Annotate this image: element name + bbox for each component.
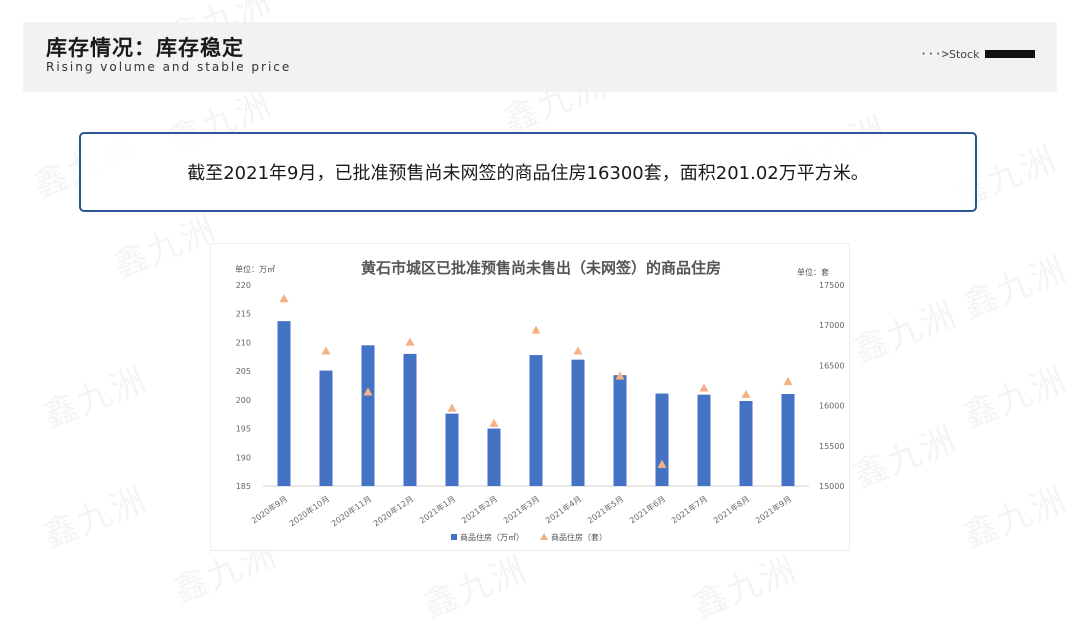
right-axis-unit: 单位：套 <box>797 267 829 277</box>
left-tick-label: 200 <box>236 396 251 405</box>
watermark: 鑫九洲 <box>845 287 963 373</box>
bar <box>319 370 333 486</box>
triangle-marker <box>699 383 709 392</box>
bar-series <box>277 321 795 486</box>
legend-bar-swatch <box>451 534 457 540</box>
bar <box>403 353 417 486</box>
triangle-marker <box>279 294 289 303</box>
section-label: Stock <box>949 48 980 61</box>
dotted-arrow-icon: ···> <box>920 47 949 61</box>
right-tick-label: 15000 <box>819 482 844 491</box>
section-indicator-bar <box>985 50 1035 58</box>
triangle-marker <box>405 337 415 346</box>
triangle-marker <box>573 346 583 355</box>
watermark: 鑫九洲 <box>845 412 963 498</box>
chart-title: 黄石市城区已批准预售尚未售出（未网签）的商品住房 <box>361 259 721 277</box>
x-tick-label: 2020年12月 <box>371 493 415 528</box>
bar <box>739 401 753 486</box>
triangle-marker <box>489 418 499 427</box>
x-tick-label: 2021年2月 <box>459 493 499 525</box>
watermark: 鑫九洲 <box>35 472 153 558</box>
inventory-chart: 黄石市城区已批准预售尚未售出（未网签）的商品住房 单位：万㎡ 单位：套 185 1… <box>235 259 844 542</box>
x-tick-label: 2021年4月 <box>543 493 583 525</box>
legend-triangle-swatch <box>540 533 548 540</box>
bar <box>445 413 459 486</box>
x-tick-label: 2020年10月 <box>287 493 331 528</box>
summary-callout: 截至2021年9月，已批准预售尚未网签的商品住房16300套，面积201.02万… <box>79 132 977 212</box>
bar <box>361 345 375 486</box>
triangle-marker <box>741 389 751 398</box>
x-axis-labels: 2020年9月2020年10月2020年11月2020年12月 2021年1月 20… <box>249 493 793 528</box>
bar <box>655 393 669 486</box>
summary-text: 截至2021年9月，已批准预售尚未网签的商品住房16300套，面积201.02万… <box>187 163 869 184</box>
bar <box>277 321 291 486</box>
left-tick-label: 215 <box>236 310 251 319</box>
bar <box>571 359 585 486</box>
right-tick-label: 17000 <box>819 321 844 330</box>
right-tick-label: 15500 <box>819 442 844 451</box>
watermark: 鑫九洲 <box>955 242 1073 328</box>
bar <box>697 394 711 486</box>
watermark: 鑫九洲 <box>955 352 1073 438</box>
bar <box>781 393 795 486</box>
x-tick-label: 2021年8月 <box>711 493 751 525</box>
page-subtitle: Rising volume and stable price <box>46 60 292 74</box>
watermark: 鑫九洲 <box>955 472 1073 558</box>
watermark: 鑫九洲 <box>105 202 223 288</box>
legend-triangle-label: 商品住房（套） <box>551 532 607 542</box>
bar <box>613 375 627 486</box>
right-tick-label: 16500 <box>819 361 844 370</box>
left-tick-label: 205 <box>236 367 251 376</box>
x-tick-label: 2020年11月 <box>329 493 373 528</box>
watermark: 鑫九洲 <box>685 542 803 627</box>
x-tick-label: 2021年9月 <box>753 493 793 525</box>
x-tick-label: 2021年6月 <box>627 493 667 525</box>
x-tick-label: 2021年7月 <box>669 493 709 525</box>
right-tick-label: 16000 <box>819 402 844 411</box>
left-axis-unit: 单位：万㎡ <box>235 264 275 274</box>
left-tick-label: 195 <box>236 425 251 434</box>
watermark: 鑫九洲 <box>415 542 533 627</box>
left-tick-label: 190 <box>236 453 251 462</box>
bar <box>529 355 543 486</box>
chart-legend: 商品住房（万㎡） 商品住房（套） <box>451 532 607 542</box>
x-tick-label: 2021年5月 <box>585 493 625 525</box>
watermark: 鑫九洲 <box>35 352 153 438</box>
triangle-marker <box>447 403 457 412</box>
page-header: 库存情况：库存稳定 Rising volume and stable price… <box>23 22 1057 92</box>
bar <box>487 428 501 486</box>
triangle-marker <box>531 325 541 334</box>
left-tick-label: 210 <box>236 338 251 347</box>
left-tick-label: 185 <box>236 482 251 491</box>
chart-panel: 黄石市城区已批准预售尚未售出（未网签）的商品住房 单位：万㎡ 单位：套 185 1… <box>210 243 850 551</box>
triangle-marker <box>783 376 793 386</box>
left-tick-label: 220 <box>236 281 251 290</box>
page-title: 库存情况：库存稳定 <box>46 36 244 60</box>
x-tick-label: 2020年9月 <box>249 493 289 525</box>
x-tick-label: 2021年3月 <box>501 493 541 525</box>
x-tick-label: 2021年1月 <box>417 493 457 525</box>
legend-bar-label: 商品住房（万㎡） <box>460 532 524 542</box>
right-tick-label: 17500 <box>819 281 844 290</box>
triangle-marker <box>321 346 331 355</box>
